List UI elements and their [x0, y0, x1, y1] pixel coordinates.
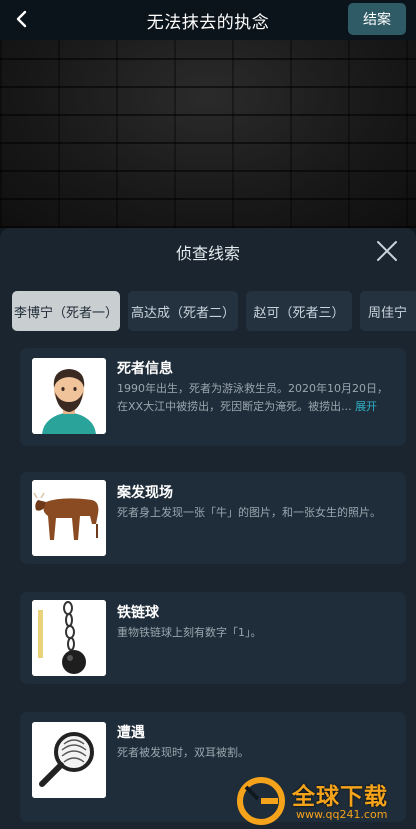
panel-title: 侦查线索	[175, 244, 240, 263]
cow-photo-icon	[32, 480, 106, 556]
scene-background	[0, 40, 416, 228]
back-button[interactable]	[8, 5, 36, 33]
clue-title: 铁链球	[117, 605, 159, 621]
watermark-text: 全球下载	[292, 784, 388, 810]
tab-victim-4[interactable]: 周佳宁	[360, 291, 416, 331]
watermark-url: www.qq241.com	[296, 808, 388, 821]
expand-link[interactable]: 展开	[355, 400, 377, 413]
clue-description: 重物铁链球上刻有数字「1」。	[117, 626, 262, 639]
clue-card-crime-scene[interactable]: 案发现场 死者身上发现一张「牛」的图片，和一张女生的照片。	[20, 472, 406, 564]
chain-ball-icon	[32, 600, 106, 676]
tab-victim-1[interactable]: 李博宁（死者一）	[12, 291, 120, 331]
top-bar: 无法抹去的执念 结案	[0, 0, 416, 40]
tab-victim-2[interactable]: 高达成（死者二）	[128, 291, 238, 331]
clue-card-chain-ball[interactable]: 铁链球 重物铁链球上刻有数字「1」。	[20, 592, 406, 684]
man-avatar-icon	[32, 358, 106, 434]
clue-card-victim-info[interactable]: 死者信息 1990年出生，死者为游泳救生员。2020年10月20日，在XX大江中…	[20, 348, 406, 446]
tab-victim-3[interactable]: 赵可（死者三）	[246, 291, 352, 331]
close-case-button[interactable]: 结案	[348, 3, 406, 35]
logo-icon	[237, 777, 285, 825]
close-icon[interactable]	[374, 238, 400, 264]
magnifier-fingerprint-icon	[32, 722, 106, 798]
clue-description: 死者被发现时，双耳被割。	[117, 746, 249, 759]
watermark: 全球下载 www.qq241.com	[232, 775, 410, 827]
clue-title: 案发现场	[117, 485, 173, 501]
clues-panel: 侦查线索 李博宁（死者一） 高达成（死者二） 赵可（死者三） 周佳宁 死者信息 …	[0, 228, 416, 829]
page-title: 无法抹去的执念	[146, 12, 270, 33]
clue-description: 1990年出生，死者为游泳救生员。2020年10月20日，在XX大江中被捞出，死…	[117, 382, 388, 413]
clue-title: 死者信息	[117, 361, 173, 377]
victim-tabs: 李博宁（死者一） 高达成（死者二） 赵可（死者三） 周佳宁	[12, 291, 416, 331]
clue-description: 死者身上发现一张「牛」的图片，和一张女生的照片。	[117, 506, 381, 519]
clue-title: 遭遇	[117, 725, 145, 741]
chevron-left-icon	[16, 10, 27, 28]
